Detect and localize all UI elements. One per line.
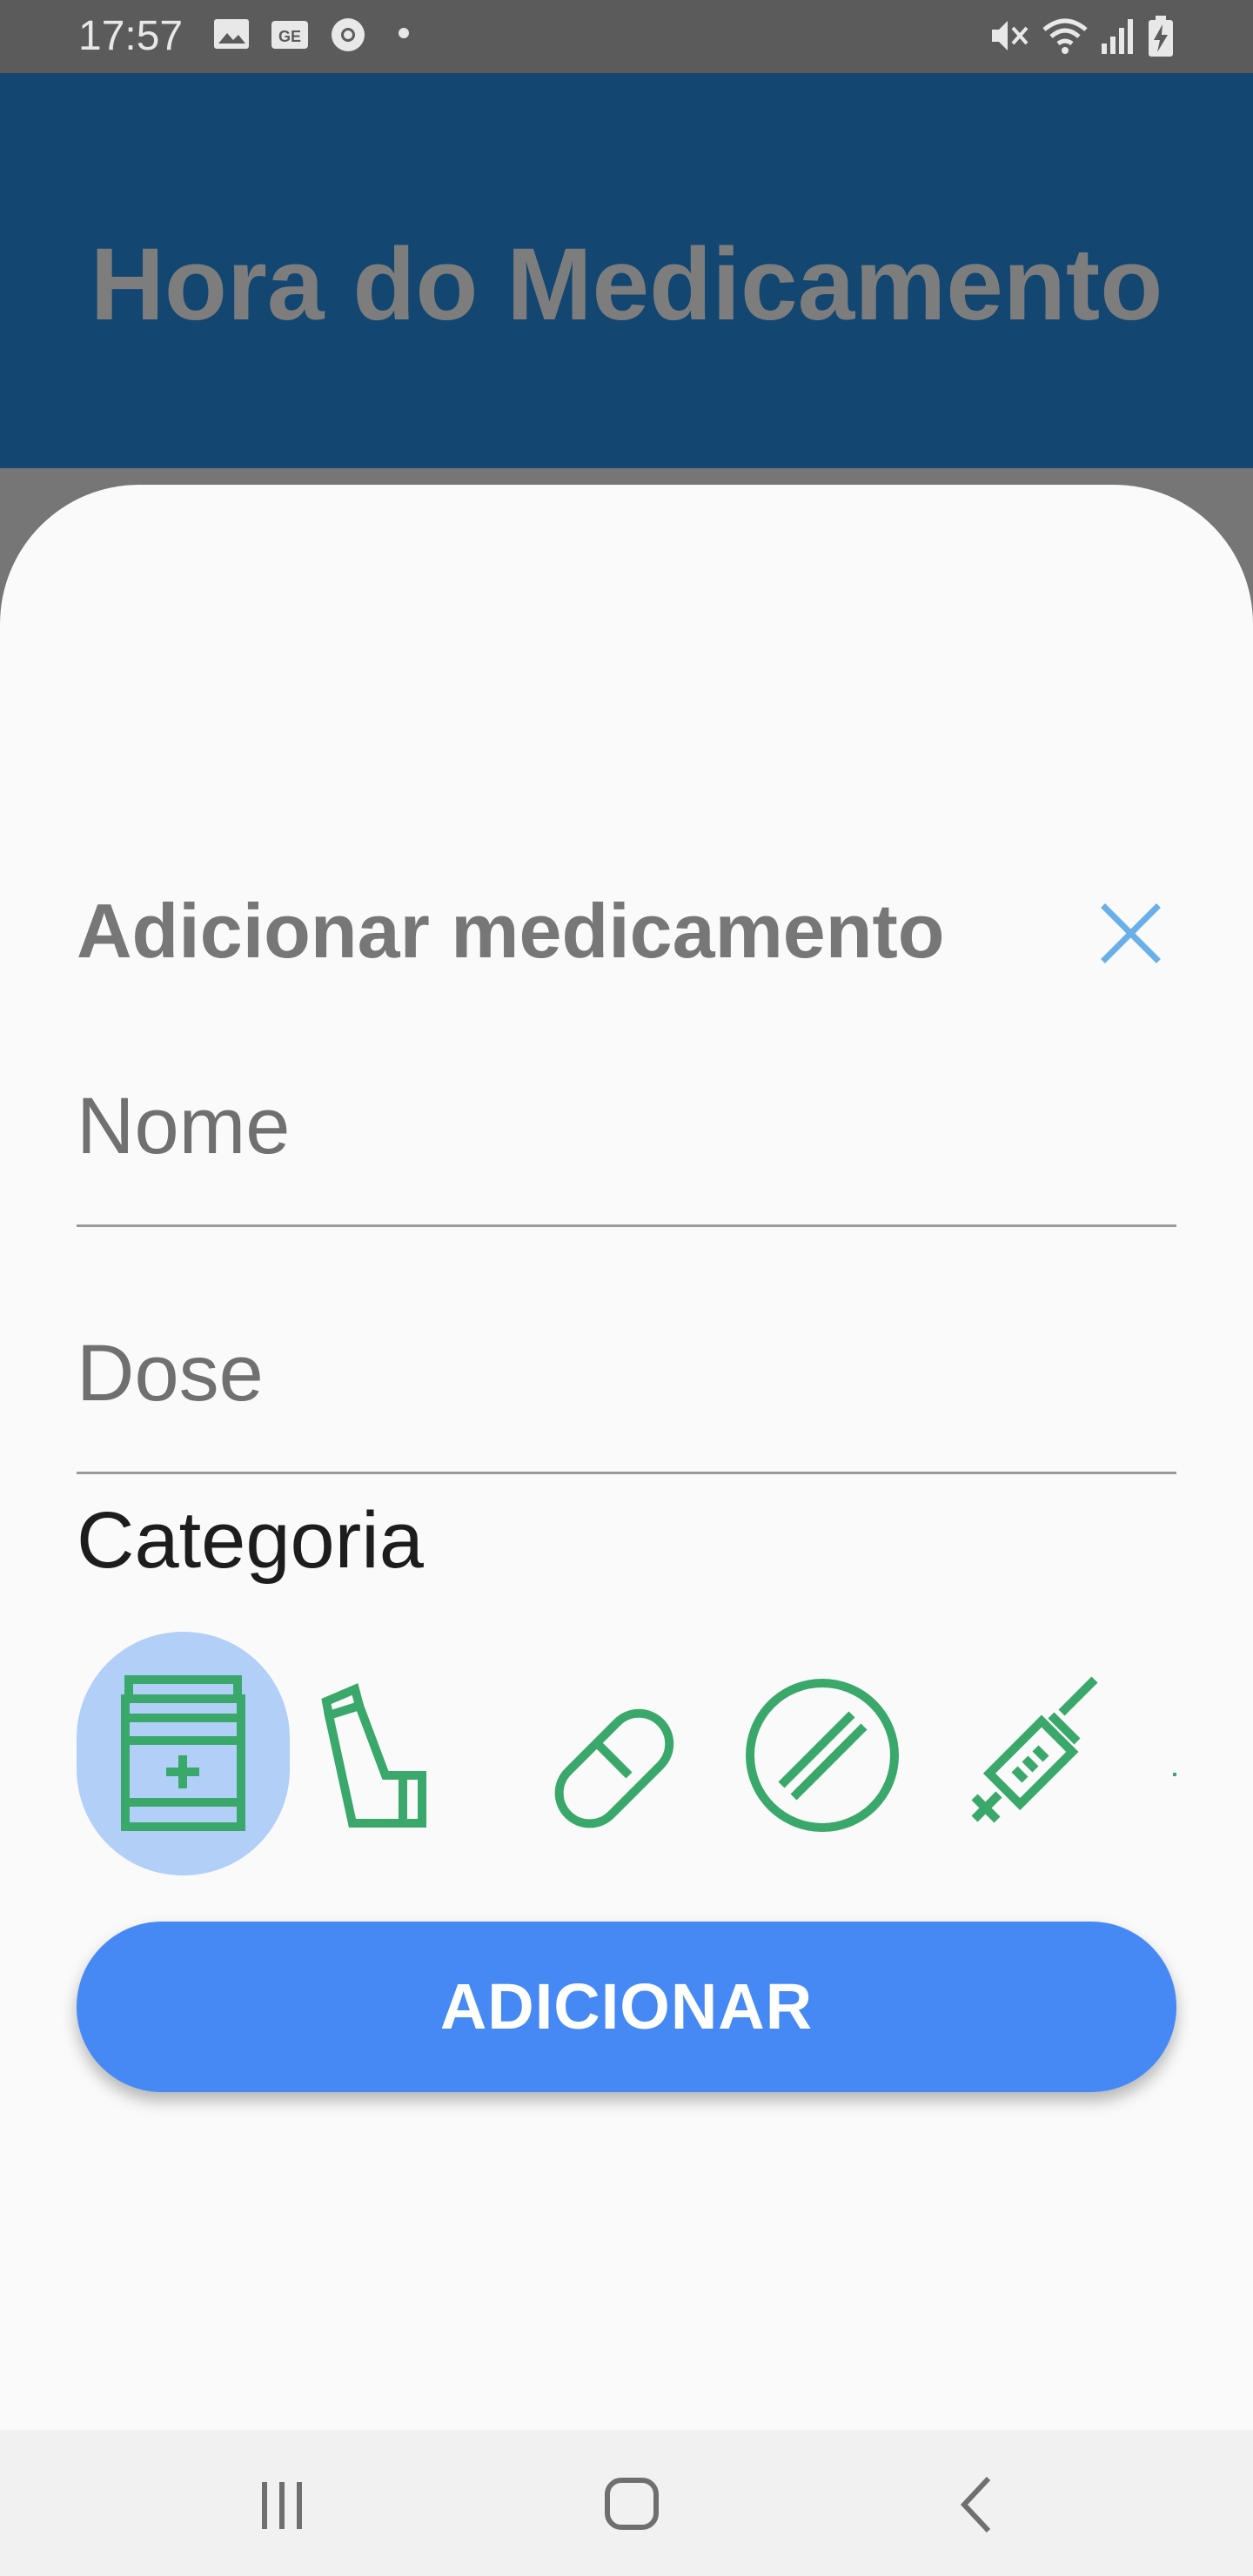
dose-input[interactable] bbox=[77, 1328, 1176, 1419]
category-medicine-bottle[interactable] bbox=[77, 1632, 290, 1875]
ge-icon: GE bbox=[271, 21, 308, 49]
category-inhaler[interactable] bbox=[290, 1632, 503, 1875]
category-selector bbox=[77, 1632, 1176, 1880]
syringe-icon bbox=[971, 1676, 1098, 1823]
gallery-icon bbox=[214, 19, 249, 49]
category-syringe[interactable] bbox=[929, 1632, 1142, 1875]
category-capsule[interactable] bbox=[503, 1632, 716, 1875]
add-button[interactable]: ADICIONAR bbox=[77, 1922, 1176, 2092]
dot-icon bbox=[399, 28, 409, 38]
battery-charging-icon bbox=[1149, 16, 1173, 57]
sheet-title: Adicionar medicamento bbox=[77, 888, 945, 974]
navigation-bar bbox=[0, 2430, 1253, 2576]
back-icon[interactable] bbox=[933, 2465, 1020, 2543]
name-field bbox=[77, 1070, 1176, 1227]
capsule-icon bbox=[554, 1708, 674, 1828]
more-categories-indicator bbox=[1173, 1773, 1176, 1776]
name-input[interactable] bbox=[77, 1081, 1176, 1172]
recent-apps-icon[interactable] bbox=[238, 2465, 325, 2543]
wifi-icon bbox=[1042, 18, 1088, 54]
chrome-icon bbox=[332, 18, 365, 51]
medicine-bottle-icon bbox=[121, 1675, 245, 1831]
dose-field bbox=[77, 1318, 1176, 1474]
close-icon[interactable] bbox=[1098, 901, 1163, 966]
status-time: 17:57 bbox=[78, 13, 184, 59]
category-label: Categoria bbox=[77, 1496, 424, 1585]
app-title: Hora do Medicamento bbox=[90, 227, 1163, 342]
mute-icon bbox=[992, 21, 1029, 50]
category-tablet[interactable] bbox=[716, 1632, 929, 1875]
tablet-icon bbox=[746, 1679, 899, 1832]
home-icon[interactable] bbox=[588, 2465, 675, 2543]
svg-text:GE: GE bbox=[278, 28, 301, 45]
status-bar: 17:57 GE bbox=[0, 0, 1253, 73]
signal-icon bbox=[1102, 19, 1133, 54]
inhaler-icon bbox=[321, 1683, 426, 1828]
